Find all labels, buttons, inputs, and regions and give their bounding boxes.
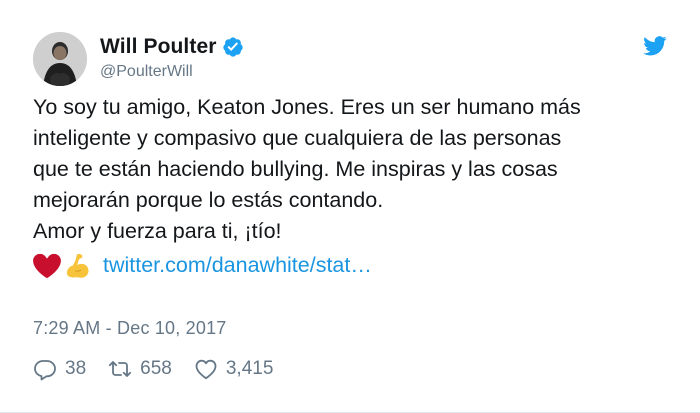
heart-icon bbox=[195, 359, 217, 380]
tweet-link[interactable]: twitter.com/danawhite/stat… bbox=[103, 250, 372, 281]
reply-button[interactable]: 38 bbox=[33, 357, 86, 381]
author-handle[interactable]: @PoulterWill bbox=[100, 63, 244, 81]
reply-icon bbox=[34, 360, 56, 381]
tweet-line: mejorarán porque lo estás contando. bbox=[33, 188, 384, 212]
reply-count: 38 bbox=[65, 358, 87, 379]
tweet-timestamp[interactable]: 7:29 AM - Dec 10, 2017 bbox=[33, 318, 227, 339]
author-display-name[interactable]: Will Poulter bbox=[100, 35, 217, 59]
tweet-actions: 38 658 3,415 bbox=[33, 357, 295, 381]
retweet-count: 658 bbox=[140, 358, 172, 379]
red-heart-icon bbox=[33, 253, 61, 278]
tweet-card: Will Poulter @PoulterWill Yo soy tu amig… bbox=[0, 0, 700, 413]
like-count: 3,415 bbox=[225, 358, 274, 379]
flexed-biceps-icon bbox=[66, 253, 89, 278]
retweet-icon bbox=[109, 361, 132, 377]
twitter-bird-icon[interactable] bbox=[643, 36, 667, 56]
tweet-line: inteligente y compasivo que cualquiera d… bbox=[33, 126, 562, 150]
author-info: Will Poulter @PoulterWill bbox=[100, 34, 244, 81]
like-button[interactable]: 3,415 bbox=[194, 357, 274, 381]
emoji-link-row: twitter.com/danawhite/stat… bbox=[33, 250, 683, 281]
avatar[interactable] bbox=[33, 32, 87, 86]
tweet-line: que te están haciendo bullying. Me inspi… bbox=[33, 157, 558, 181]
tweet-text: Yo soy tu amigo, Keaton Jones. Eres un s… bbox=[33, 92, 683, 281]
name-row: Will Poulter bbox=[100, 34, 244, 60]
verified-badge-icon bbox=[222, 37, 243, 57]
retweet-button[interactable]: 658 bbox=[108, 357, 172, 381]
tweet-line: Yo soy tu amigo, Keaton Jones. Eres un s… bbox=[33, 95, 581, 119]
profile-photo-icon bbox=[33, 32, 87, 86]
tweet-line: Amor y fuerza para ti, ¡tío! bbox=[33, 219, 282, 243]
